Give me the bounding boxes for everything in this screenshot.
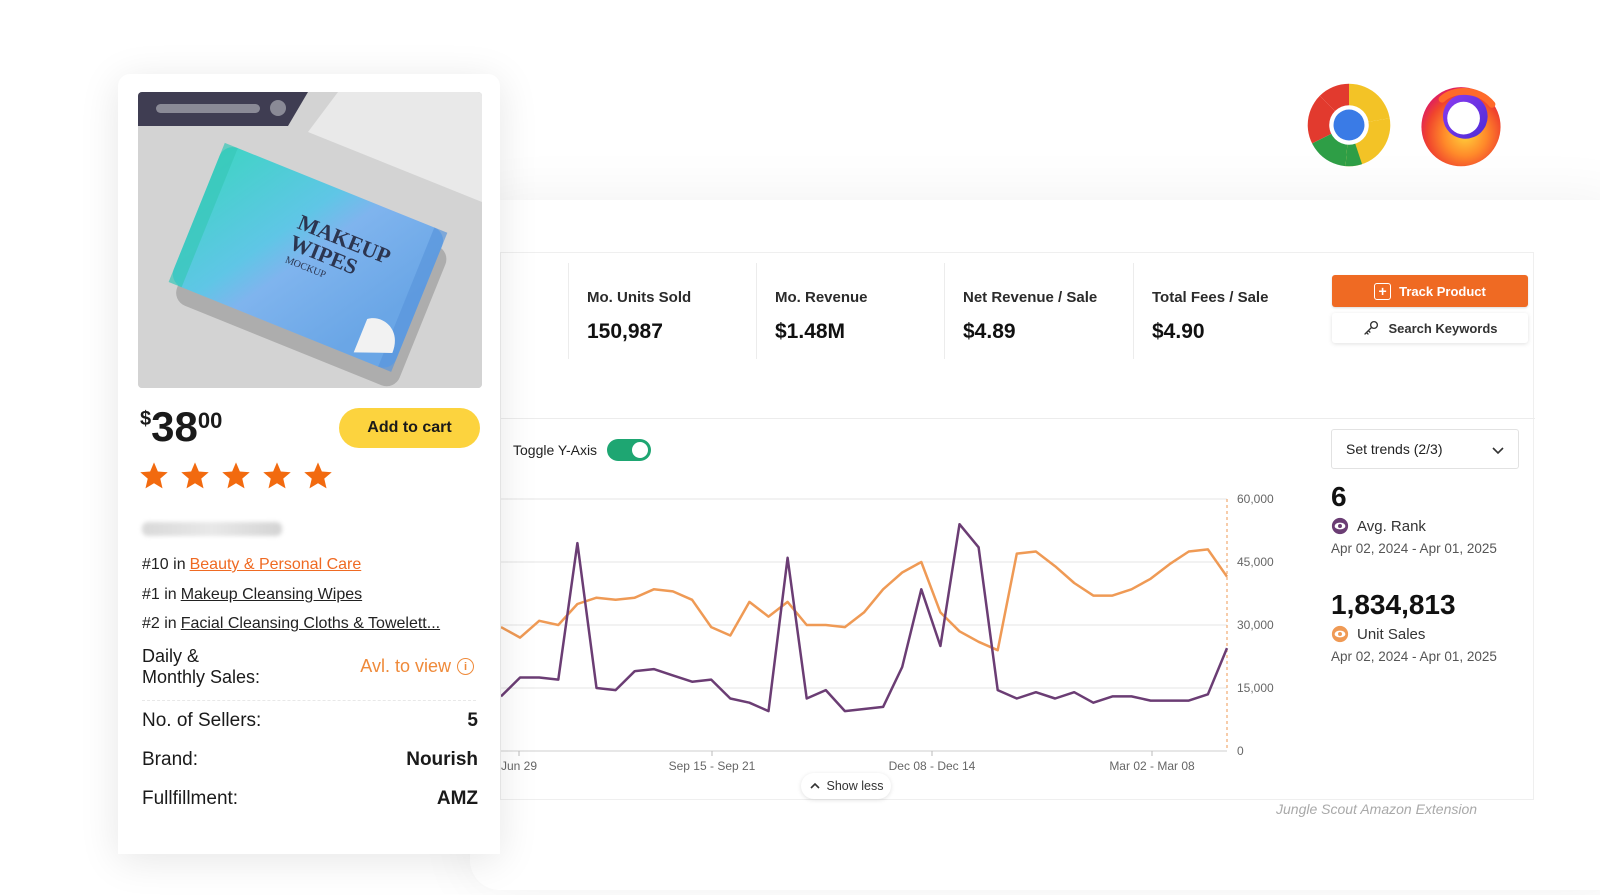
metric-value: $1.48M: [775, 320, 846, 343]
price-whole: 38: [151, 403, 198, 450]
rank-row: #2 in Facial Cleansing Cloths & Towelett.…: [142, 615, 440, 633]
rank-prefix: #2 in: [142, 615, 177, 632]
toggle-label: Toggle Y-Axis: [513, 442, 598, 458]
metric-units-sold: Mo. Units Sold 150,987: [568, 263, 758, 359]
sellers-label: No. of Sellers:: [142, 710, 262, 731]
x-tick-label: Sep 15 - Sep 21: [669, 759, 756, 773]
daily-label-line: Daily &: [142, 646, 200, 666]
rank-prefix: #1 in: [142, 586, 177, 603]
x-tick-label: Mar 02 - Mar 08: [1109, 759, 1195, 773]
product-image[interactable]: MAKEUP WIPES MOCKUP: [138, 92, 482, 388]
star-rating: [138, 460, 334, 492]
fulfillment-row: Fullfillment: AMZ: [142, 788, 478, 810]
metric-revenue: Mo. Revenue $1.48M: [756, 263, 946, 359]
stat-value: 6: [1331, 481, 1347, 512]
metric-value: $4.90: [1152, 320, 1205, 343]
x-tick-label: Jun 29: [501, 759, 537, 773]
metric-value: 150,987: [587, 320, 663, 343]
sellers-value: 5: [467, 710, 478, 731]
star-icon: [222, 462, 250, 489]
key-icon: [1364, 320, 1379, 335]
y-axis-toggle-row: Toggle Y-Axis: [513, 439, 652, 461]
y-tick-label: 0: [1237, 744, 1244, 758]
category-link[interactable]: Makeup Cleansing Wipes: [181, 586, 362, 603]
brand-row: Brand: Nourish: [142, 749, 478, 771]
price-cents: 00: [197, 408, 223, 433]
metric-label: Net Revenue / Sale: [963, 289, 1098, 306]
rank-prefix: #10 in: [142, 556, 186, 573]
stat-date-range: Apr 02, 2024 - Apr 01, 2025: [1331, 649, 1497, 664]
makeup-wipes-illustration: MAKEUP WIPES MOCKUP: [138, 92, 482, 388]
metric-value: $4.89: [963, 320, 1016, 343]
rank-row: #10 in Beauty & Personal Care: [142, 556, 361, 574]
show-less-button[interactable]: Show less: [801, 773, 891, 799]
y-axis-toggle[interactable]: [607, 439, 652, 461]
chrome-icon[interactable]: [1306, 82, 1392, 168]
category-link[interactable]: Facial Cleansing Cloths & Towelett...: [181, 615, 440, 632]
add-to-cart-button[interactable]: Add to cart: [339, 408, 480, 448]
plus-icon: +: [1374, 282, 1392, 300]
metrics-row: Mo. Units Sold 150,987 Mo. Revenue $1.48…: [501, 253, 1535, 419]
trend-chart: 60,000 45,000 30,000 15,000 0 Jun 29 Sep 15 - …: [501, 492, 1274, 773]
set-trends-value: Set trends (2/3): [1346, 441, 1443, 457]
eye-icon[interactable]: [1331, 625, 1349, 643]
product-price: $ 38 00: [140, 404, 222, 450]
metric-net-revenue: Net Revenue / Sale $4.89: [944, 263, 1134, 359]
search-keywords-label: Search Keywords: [1388, 320, 1498, 336]
star-icon: [304, 462, 332, 489]
eye-icon[interactable]: [1331, 517, 1349, 535]
y-tick-label: 60,000: [1237, 492, 1274, 506]
extension-caption: Jungle Scout Amazon Extension: [1276, 801, 1478, 817]
product-card: MAKEUP WIPES MOCKUP $ 38 00 Add to cart …: [118, 74, 500, 854]
stat-value: 1,834,813: [1331, 589, 1456, 620]
set-trends-dropdown[interactable]: Set trends (2/3): [1331, 429, 1519, 469]
unit-sales-series-line: [501, 548, 1229, 652]
fulfillment-value: AMZ: [436, 788, 478, 809]
divider: [142, 700, 476, 701]
metric-label: Mo. Revenue: [775, 289, 868, 306]
metric-label: Total Fees / Sale: [1152, 289, 1269, 306]
metric-total-fees: Total Fees / Sale $4.90: [1133, 263, 1323, 359]
monthly-label-line: Monthly Sales:: [142, 667, 261, 687]
info-icon: i: [457, 658, 474, 675]
x-tick-label: Dec 08 - Dec 14: [889, 759, 976, 773]
avg-rank-series-line: [501, 522, 1229, 713]
stat-label: Unit Sales: [1357, 625, 1426, 643]
chevron-up-icon: [809, 782, 820, 789]
avl-text: Avl. to view: [360, 656, 451, 676]
star-icon: [263, 462, 291, 489]
brand-label: Brand:: [142, 749, 198, 770]
extension-dashboard: Mo. Units Sold 150,987 Mo. Revenue $1.48…: [500, 252, 1535, 800]
stat-unit-sales: 1,834,813 Unit Sales Apr 02, 2024 - Apr …: [1331, 589, 1497, 664]
available-to-view-link[interactable]: Avl. to view i: [360, 656, 474, 677]
stat-date-range: Apr 02, 2024 - Apr 01, 2025: [1331, 541, 1497, 556]
stat-label: Avg. Rank: [1357, 517, 1426, 535]
star-icon: [181, 462, 209, 489]
track-product-button[interactable]: + Track Product: [1332, 275, 1528, 307]
y-tick-label: 15,000: [1237, 681, 1274, 695]
metric-label: Mo. Units Sold: [587, 289, 692, 306]
y-tick-label: 45,000: [1237, 555, 1274, 569]
daily-monthly-sales-label: Daily & Monthly Sales:: [142, 646, 260, 688]
fulfillment-label: Fullfillment:: [142, 788, 239, 809]
track-product-label: Track Product: [1399, 283, 1486, 299]
rank-row: #1 in Makeup Cleansing Wipes: [142, 586, 362, 604]
star-icon: [140, 462, 168, 489]
blurred-text: [142, 522, 282, 536]
stat-avg-rank: 6 Avg. Rank Apr 02, 2024 - Apr 01, 2025: [1331, 481, 1497, 556]
search-keywords-button[interactable]: Search Keywords: [1332, 313, 1528, 343]
category-link[interactable]: Beauty & Personal Care: [190, 556, 362, 573]
price-currency: $: [140, 408, 152, 430]
firefox-icon[interactable]: [1418, 82, 1504, 168]
sellers-row: No. of Sellers: 5: [142, 710, 478, 732]
chevron-down-icon: [1492, 447, 1504, 455]
y-tick-label: 30,000: [1237, 618, 1274, 632]
show-less-label: Show less: [826, 779, 884, 793]
brand-value: Nourish: [406, 749, 478, 770]
